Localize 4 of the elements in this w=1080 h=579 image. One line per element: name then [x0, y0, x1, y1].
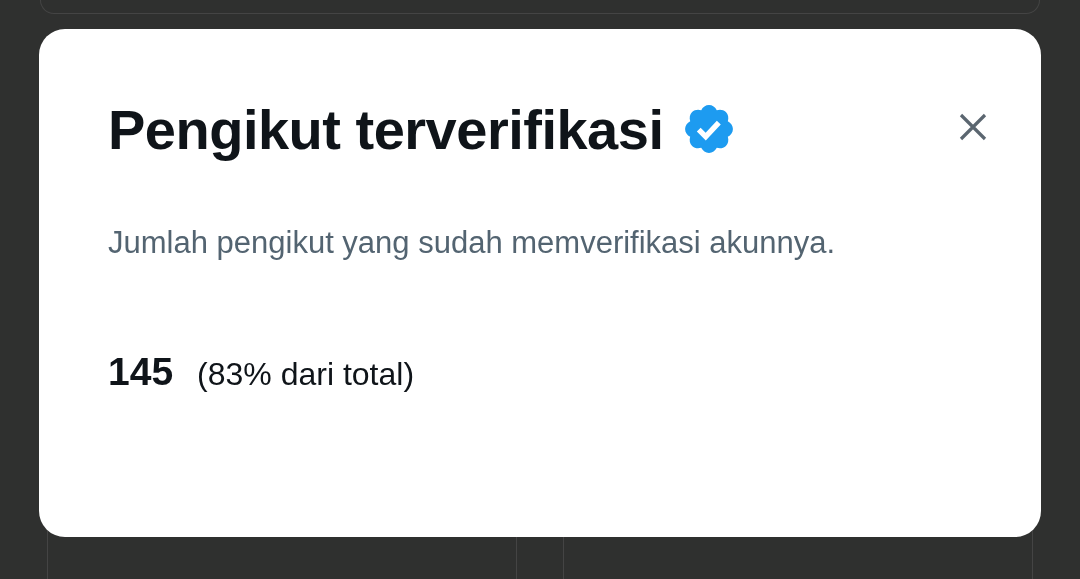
follower-share: (83% dari total) — [197, 355, 415, 393]
dialog-title: Pengikut terverifikasi — [108, 96, 664, 162]
follower-count: 145 — [108, 349, 174, 394]
dialog-description: Jumlah pengikut yang sudah memverifikasi akunnya. — [108, 223, 837, 262]
